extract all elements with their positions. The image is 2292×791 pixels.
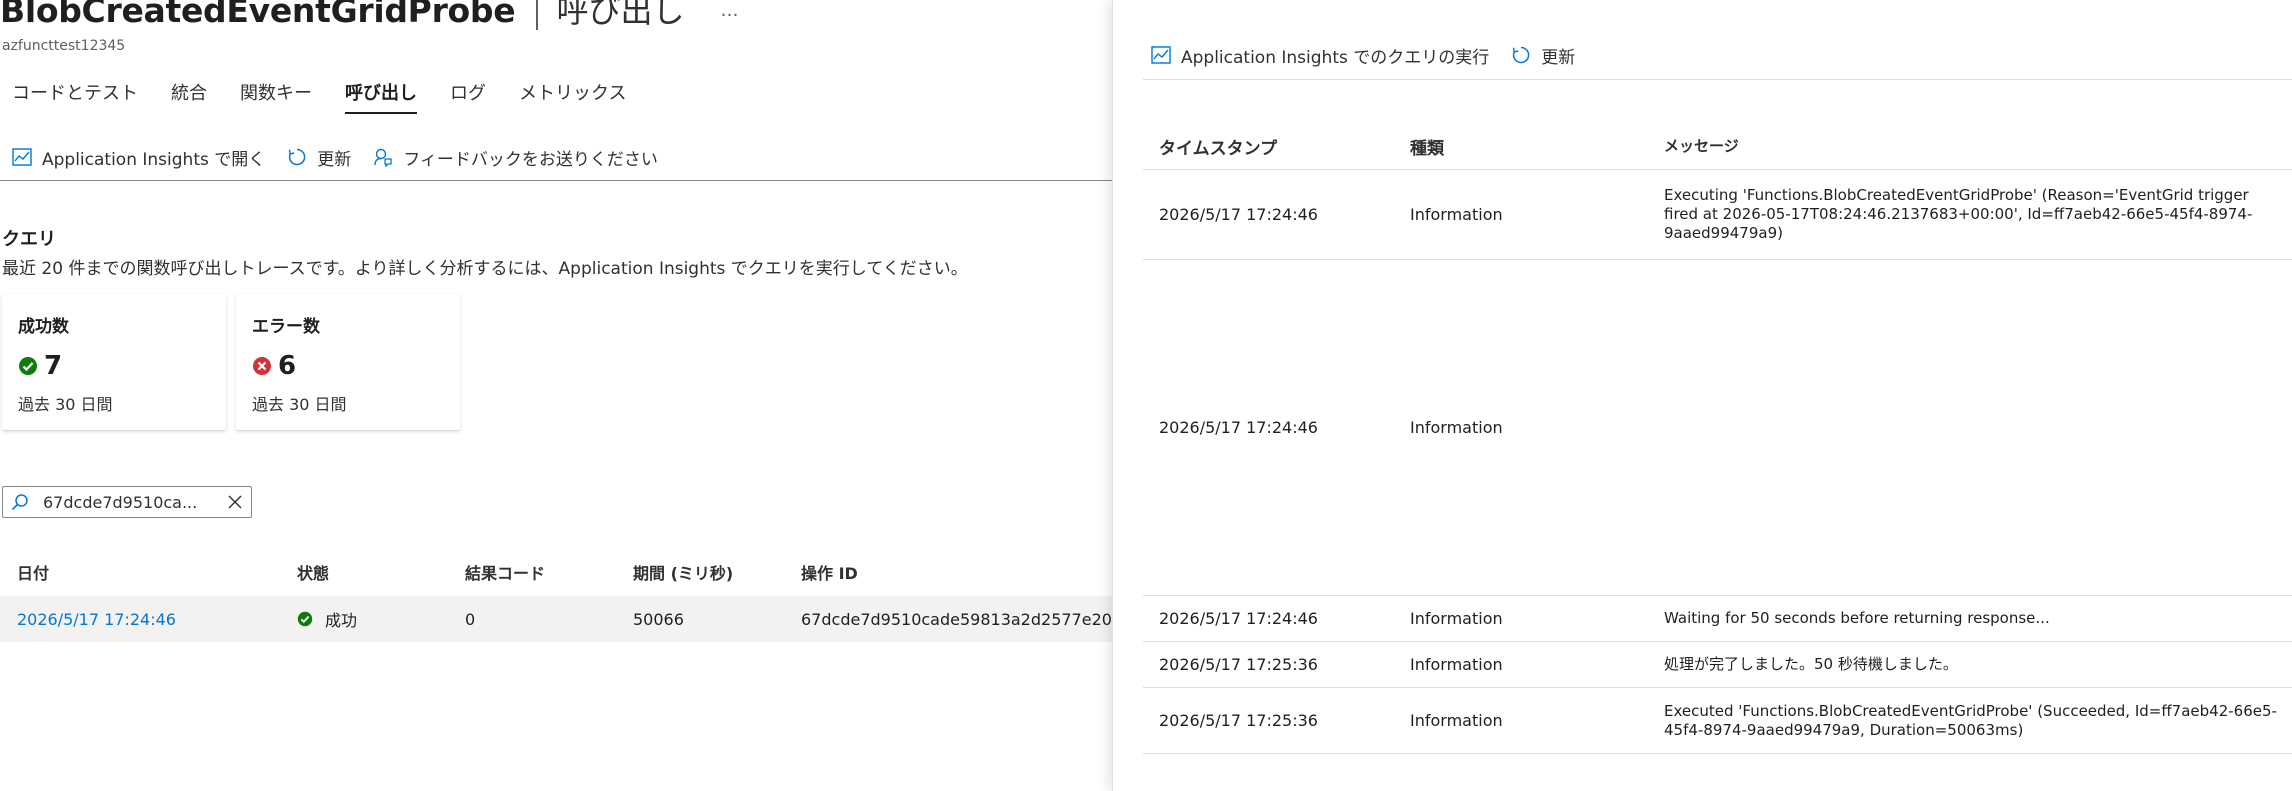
refresh-label: 更新 [317,149,352,170]
table-row[interactable]: 2026/5/17 17:24:46 成功 0 50066 67dcde7d95… [0,596,1112,642]
invocations-table-header: 日付 状態 結果コード 期間 (ミリ秒) 操作 ID [0,552,1112,592]
trace-kind: Information [1410,711,1503,730]
result-code: 0 [465,609,476,629]
trace-kind: Information [1410,609,1503,628]
refresh-button[interactable]: 更新 [287,145,351,170]
duration-ms: 50066 [633,609,684,629]
clear-search-button[interactable] [227,494,243,510]
trace-kind: Information [1410,418,1503,437]
table-row[interactable]: 2026/5/17 17:24:46 Information Waiting f… [1143,596,2292,642]
tab-metrics[interactable]: メトリックス [519,82,626,114]
col-timestamp-header[interactable]: タイムスタンプ [1143,134,1394,159]
trace-timestamp: 2026/5/17 17:24:46 [1159,418,1318,437]
resource-name: azfuncttest12345 [2,38,126,54]
tab-integration[interactable]: 統合 [171,82,207,114]
status-label: 成功 [325,611,358,630]
more-options-button[interactable]: … [720,0,740,21]
details-toolbar-divider [1143,79,2292,80]
col-message-header[interactable]: メッセージ [1648,137,2292,156]
title-separator: | [531,0,543,30]
run-query-button[interactable]: Application Insights でのクエリの実行 [1151,43,1489,68]
feedback-button[interactable]: フィードバックをお送りください [373,145,658,170]
trace-message: Waiting for 50 seconds before returning … [1664,609,2050,627]
col-operation-id-header[interactable]: 操作 ID [782,560,1112,584]
success-count-card: 成功数 7 過去 30 日間 [2,294,226,430]
trace-timestamp: 2026/5/17 17:24:46 [1159,205,1318,224]
close-icon [228,495,242,509]
trace-kind: Information [1410,655,1503,674]
invocation-details-panel: Application Insights でのクエリの実行 更新 タイムスタンプ… [1112,0,2292,791]
trace-message: 処理が完了しました。50 秒待機しました。 [1664,655,1958,673]
toolbar-divider [0,180,1112,181]
trace-kind: Information [1410,205,1503,224]
query-description: 最近 20 件までの関数呼び出しトレースです。より詳しく分析するには、Appli… [2,259,968,279]
search-icon [11,494,28,511]
invocation-date-link[interactable]: 2026/5/17 17:24:46 [17,610,176,629]
success-check-icon [297,611,313,627]
trace-log-table: タイムスタンプ 種類 メッセージ 2026/5/17 17:24:46 Info… [1143,124,2292,754]
col-result-code-header[interactable]: 結果コード [446,560,614,584]
tab-function-keys[interactable]: 関数キー [240,82,312,114]
open-app-insights-label: Application Insights で開く [42,149,266,170]
trace-table-header: タイムスタンプ 種類 メッセージ [1143,124,2292,170]
col-kind-header[interactable]: 種類 [1394,134,1648,159]
refresh-icon [289,148,306,166]
col-date-header[interactable]: 日付 [0,560,278,584]
chart-icon [12,148,32,166]
error-card-value-row: 6 [252,351,444,381]
feedback-label: フィードバックをお送りください [403,149,658,170]
query-section-title: クエリ [2,229,56,250]
table-row[interactable]: 2026/5/17 17:24:46 Information [1143,260,2292,596]
error-card-title: エラー数 [252,317,320,337]
col-status-header[interactable]: 状態 [278,560,446,584]
page-header: BlobCreatedEventGridProbe | 呼び出し … [0,0,740,32]
success-check-icon [19,357,37,375]
details-refresh-label: 更新 [1541,47,1576,68]
tab-invocations[interactable]: 呼び出し [345,82,417,114]
success-count: 7 [44,351,63,381]
details-toolbar: Application Insights でのクエリの実行 更新 [1151,40,1597,70]
table-row[interactable]: 2026/5/17 17:25:36 Information Executed … [1143,688,2292,754]
search-value: 67dcde7d9510ca... [43,492,198,512]
invocation-status: 成功 [278,607,446,631]
invocations-table: 日付 状態 結果コード 期間 (ミリ秒) 操作 ID 2026/5/17 17:… [0,552,1112,642]
run-query-label: Application Insights でのクエリの実行 [1181,47,1490,68]
trace-timestamp: 2026/5/17 17:25:36 [1159,711,1318,730]
error-x-icon [253,357,271,375]
invocations-pane: BlobCreatedEventGridProbe | 呼び出し … azfun… [0,0,1112,791]
trace-timestamp: 2026/5/17 17:25:36 [1159,655,1318,674]
success-card-title: 成功数 [18,317,69,337]
refresh-icon [1513,46,1530,64]
toolbar: Application Insights で開く 更新 フィードバックをお送りく… [12,142,680,172]
trace-message: Executed 'Functions.BlobCreatedEventGrid… [1664,701,2277,739]
table-row[interactable]: 2026/5/17 17:25:36 Information 処理が完了しました… [1143,642,2292,688]
error-card-period: 過去 30 日間 [252,395,347,414]
tab-code-test[interactable]: コードとテスト [12,82,138,114]
page-title: BlobCreatedEventGridProbe [0,0,516,30]
operation-id: 67dcde7d9510cade59813a2d2577e20e [801,609,1112,629]
col-duration-header[interactable]: 期間 (ミリ秒) [614,560,782,584]
search-input[interactable]: 67dcde7d9510ca... [2,486,252,518]
table-row[interactable]: 2026/5/17 17:24:46 Information Executing… [1143,170,2292,260]
page-subtitle: 呼び出し [556,0,685,30]
success-card-period: 過去 30 日間 [18,395,113,414]
feedback-icon [374,148,392,167]
open-app-insights-button[interactable]: Application Insights で開く [12,145,265,170]
error-count-card: エラー数 6 過去 30 日間 [236,294,460,430]
tab-logs[interactable]: ログ [450,82,486,114]
chart-icon [1151,46,1171,64]
tab-bar: コードとテスト 統合 関数キー 呼び出し ログ メトリックス [12,82,659,114]
details-refresh-button[interactable]: 更新 [1511,43,1575,68]
error-count: 6 [278,351,297,381]
trace-timestamp: 2026/5/17 17:24:46 [1159,609,1318,628]
success-card-value-row: 7 [18,351,210,381]
trace-message: Executing 'Functions.BlobCreatedEventGri… [1664,186,2253,242]
